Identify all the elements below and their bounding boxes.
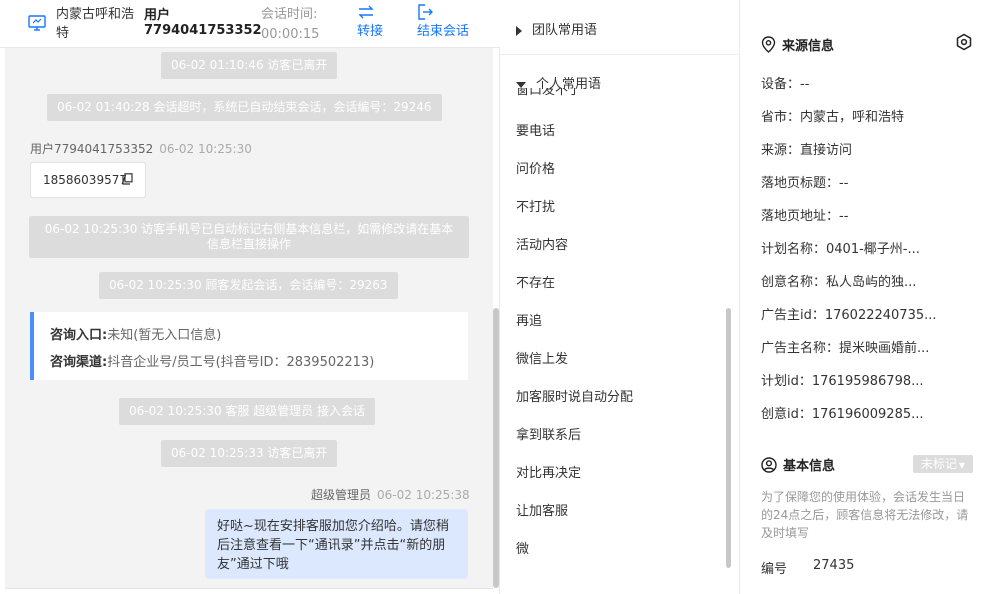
message-list[interactable]: 06-02 01:10:46 访客已离开 06-02 01:40:28 会话超时… [5,48,499,588]
advertiser-name: 广告主名称：提米映画婚前... [761,341,930,356]
caret-down-icon [516,81,526,88]
quick-reply-item[interactable]: 不打扰 [516,196,555,215]
system-message: 06-02 10:25:30 客服 超级管理员 接入会话 [119,398,376,425]
system-message: 06-02 01:40:28 会话超时，系统已自动结束会话，会话编号：29246 [47,94,442,121]
chat-panel: 内蒙古呼和浩特 用户 7794041753352 会话时间: 00:00:15 … [0,0,500,594]
tag-dropdown[interactable]: 未标记 ▼ [913,455,973,473]
quick-reply-item[interactable]: 对比再决定 [516,462,581,481]
quick-reply-item[interactable]: 加客服时说自动分配 [516,386,633,405]
landing-page-url: 落地页地址：-- [761,209,849,224]
chat-header: 内蒙古呼和浩特 用户 7794041753352 会话时间: 00:00:15 … [0,0,500,48]
basic-info-title: 基本信息 [761,455,835,474]
basic-info-label: 基本信息 [783,459,836,474]
quick-reply-item[interactable]: 问价格 [516,158,555,177]
quick-reply-item[interactable]: 微 [516,538,529,557]
creative-name: 创意名称：私人岛屿的独... [761,275,917,290]
quick-reply-item[interactable]: 让加客服 [516,500,568,519]
visitor-location: 内蒙古呼和浩特 [56,7,135,41]
source-info-title: 来源信息 [761,35,834,54]
quick-reply-item[interactable]: 活动内容 [516,234,568,253]
quick-reply-item[interactable]: 不存在 [516,272,555,291]
agent-sender-name: 超级管理员 [311,488,372,502]
divider [5,588,493,589]
visitor-id-label: 编号 [761,562,788,577]
phone-message-bubble: 18586039577 [30,162,146,198]
quick-reply-item[interactable]: 要电话 [516,120,555,139]
campaign-id: 计划id：176195986798... [761,374,924,389]
system-message: 06-02 10:25:30 顾客发起会话，会话编号：29263 [99,272,398,299]
quick-reply-panel: 团队常用语 个人常用语 窗口发不了 要电话 问价格 不打扰 活动内容 不存在 再… [500,0,740,594]
caret-right-icon [516,25,522,36]
edit-notice: 为了保障您的使用体验，会话发生当日的24点之后，顾客信息将无法修改，请及时填写 [761,490,969,540]
caret-down-icon: ▼ [958,461,966,470]
source-region: 省市：内蒙古，呼和浩特 [761,110,905,125]
visitor-id-value: 27435 [813,558,855,573]
team-phrases-toggle[interactable]: 团队常用语 [516,19,597,38]
quick-reply-item[interactable]: 拿到联系后 [516,424,581,443]
location-pin-icon [761,36,776,53]
transfer-label: 转接 [357,24,384,39]
visitor-name-line2: 7794041753352 [144,23,262,38]
agent-message-bubble: 好哒~现在安排客服加您介绍哈。请您稍后注意查看一下“通讯录”并点击“新的朋友”通… [205,509,468,579]
transfer-button[interactable]: 转接 [357,4,383,41]
quick-reply-item[interactable]: 微信上发 [516,348,568,367]
message-timestamp: 06-02 10:25:30 [159,142,252,156]
quick-reply-item-clipped[interactable]: 窗口发不了 [500,88,740,100]
quick-reply-scrollbar[interactable] [726,308,731,568]
source-device: 设备：-- [761,77,810,92]
source-channel: 来源：直接访问 [761,143,853,158]
quick-reply-label: 窗口发不了 [516,88,582,98]
visitor-info-panel: 来源信息 设备：-- 省市：内蒙古，呼和浩特 来源：直接访问 落地页标题：-- … [741,0,997,594]
tag-dropdown-label: 未标记 [920,457,957,471]
system-message: 06-02 10:25:30 访客手机号已自动标记右侧基本信息栏，如需修改请在基… [29,216,469,258]
settings-icon[interactable] [955,33,973,51]
message-timestamp: 06-02 10:25:38 [377,488,470,502]
team-phrases-label: 团队常用语 [532,23,598,38]
landing-page-title: 落地页标题：-- [761,176,849,191]
divider [500,54,740,55]
visitor-name: 用户 7794041753352 [144,8,262,38]
phone-number: 18586039577 [43,173,127,187]
quick-reply-item[interactable]: 再追 [516,310,542,329]
end-session-button[interactable]: 结束会话 [417,4,469,41]
advertiser-id: 广告主id：176022240735... [761,308,937,323]
visitor-name-line1: 用户 [144,8,171,23]
session-time-label: 会话时间: [261,7,318,22]
consult-entry-row: 咨询入口:未知(暂无入口信息) [50,322,468,349]
agent-sender: 超级管理员 06-02 10:25:38 [311,486,470,503]
copy-icon[interactable] [122,173,133,185]
transfer-icon [358,5,374,19]
visitor-sender: 用户7794041753352 06-02 10:25:30 [30,140,252,157]
consult-entry-label: 咨询入口: [50,328,108,343]
visitor-sender-name: 用户7794041753352 [30,142,154,156]
consult-channel-value: 抖音企业号/员工号(抖音号ID：2839502213) [107,355,375,370]
consult-info-card: 咨询入口:未知(暂无入口信息) 咨询渠道:抖音企业号/员工号(抖音号ID：283… [30,312,468,380]
consult-channel-label: 咨询渠道: [50,355,108,370]
source-info-label: 来源信息 [782,39,835,54]
user-circle-icon [761,457,777,473]
logout-icon [418,4,433,20]
end-session-label: 结束会话 [417,24,470,39]
monitor-icon [28,15,46,31]
consult-channel-row: 咨询渠道:抖音企业号/员工号(抖音号ID：2839502213) [50,349,468,376]
chat-scrollbar[interactable] [493,308,499,588]
creative-id: 创意id：176196009285... [761,407,924,422]
campaign-name: 计划名称：0401-椰子州-... [761,242,920,257]
system-message: 06-02 10:25:33 访客已离开 [161,440,338,467]
consult-entry-value: 未知(暂无入口信息) [107,328,222,343]
session-time-value: 00:00:15 [261,27,320,42]
system-message: 06-02 01:10:46 访客已离开 [161,52,338,79]
